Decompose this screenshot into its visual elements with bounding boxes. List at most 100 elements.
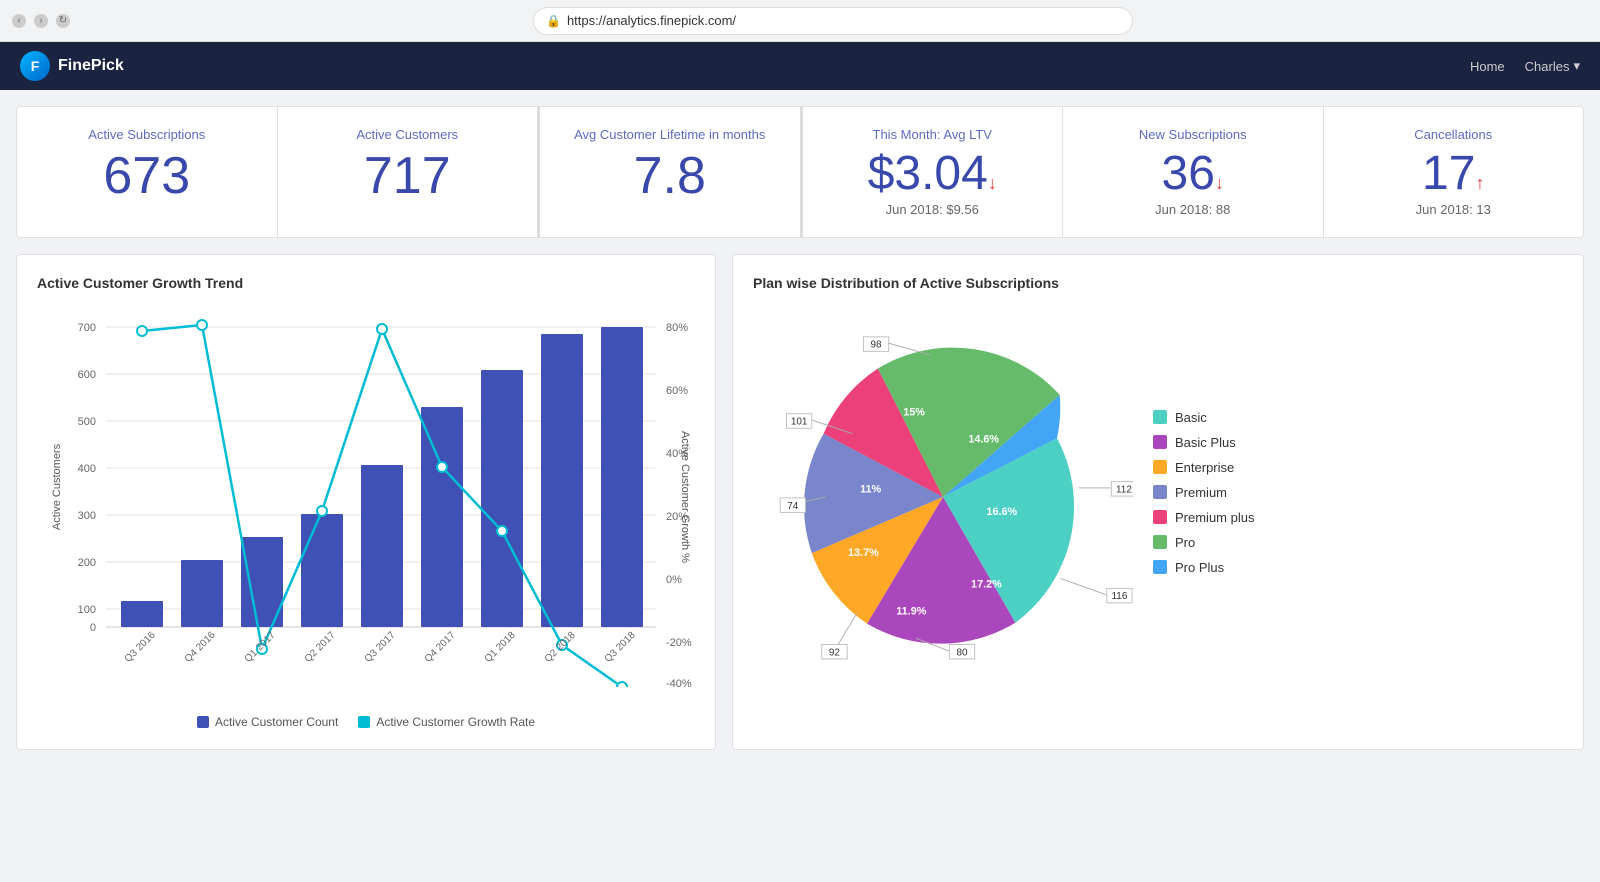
- legend-color-pro: [1153, 535, 1167, 549]
- legend-label-premium: Premium: [1175, 485, 1227, 500]
- svg-text:101: 101: [791, 417, 808, 428]
- legend-premium-plus: Premium plus: [1153, 510, 1563, 525]
- svg-text:200: 200: [78, 557, 96, 569]
- reload-button[interactable]: ↻: [56, 14, 70, 28]
- stat-value-0: 673: [41, 150, 253, 202]
- svg-text:Q1 2018: Q1 2018: [483, 629, 518, 664]
- legend-basic: Basic: [1153, 410, 1563, 425]
- home-link[interactable]: Home: [1470, 59, 1505, 74]
- svg-text:80: 80: [956, 647, 968, 658]
- svg-text:17.2%: 17.2%: [971, 578, 1002, 590]
- chevron-down-icon: ▾: [1573, 58, 1580, 74]
- stat-value-4: 36↓: [1087, 150, 1299, 198]
- legend-label-basic: Basic: [1175, 410, 1207, 425]
- secure-icon: 🔒: [546, 14, 561, 28]
- legend-color-basic: [1153, 410, 1167, 424]
- svg-text:300: 300: [78, 510, 96, 522]
- legend-sq-count: [197, 716, 209, 728]
- stat-cancellations: Cancellations 17↑ Jun 2018: 13: [1324, 107, 1584, 237]
- svg-text:Active Customers: Active Customers: [51, 443, 63, 530]
- legend-label-rate: Active Customer Growth Rate: [376, 715, 535, 729]
- stat-delta-4: Jun 2018: 88: [1087, 202, 1299, 217]
- stat-avg-ltv: This Month: Avg LTV $3.04↓ Jun 2018: $9.…: [803, 107, 1064, 237]
- arrow-down-icon-2: ↓: [1215, 173, 1224, 193]
- svg-text:Q4 2016: Q4 2016: [183, 629, 218, 664]
- stat-delta-3: Jun 2018: $9.56: [827, 202, 1039, 217]
- brand-name: FinePick: [58, 57, 124, 75]
- legend-premium: Premium: [1153, 485, 1563, 500]
- legend-label-basic-plus: Basic Plus: [1175, 435, 1236, 450]
- svg-text:Q2 2018: Q2 2018: [543, 629, 578, 664]
- bar-chart-title: Active Customer Growth Trend: [37, 275, 695, 291]
- legend-enterprise: Enterprise: [1153, 460, 1563, 475]
- arrow-up-icon: ↑: [1475, 173, 1484, 193]
- username: Charles: [1525, 59, 1570, 74]
- svg-text:Q3 2018: Q3 2018: [603, 629, 638, 664]
- bar-chart-legend: Active Customer Count Active Customer Gr…: [37, 715, 695, 729]
- pie-chart-card: Plan wise Distribution of Active Subscri…: [732, 254, 1584, 750]
- legend-label-enterprise: Enterprise: [1175, 460, 1234, 475]
- stat-value-1: 717: [302, 150, 514, 202]
- stats-row: Active Subscriptions 673 Active Customer…: [16, 106, 1584, 238]
- bar-chart-svg: 700 600 500 400 300 200 100 0 Active Cus…: [37, 307, 695, 687]
- charts-row: Active Customer Growth Trend 700 600 500: [16, 254, 1584, 750]
- svg-text:Q3 2017: Q3 2017: [363, 629, 398, 664]
- svg-text:0: 0: [90, 622, 96, 634]
- stat-new-subscriptions: New Subscriptions 36↓ Jun 2018: 88: [1063, 107, 1324, 237]
- stat-value-3: $3.04↓: [827, 150, 1039, 198]
- stat-label-2: Avg Customer Lifetime in months: [564, 127, 776, 142]
- svg-text:-40%: -40%: [666, 678, 692, 687]
- svg-text:13.7%: 13.7%: [848, 547, 879, 559]
- forward-button[interactable]: ›: [34, 14, 48, 28]
- svg-text:112: 112: [1116, 484, 1132, 495]
- back-button[interactable]: ‹: [12, 14, 26, 28]
- svg-text:Q2 2017: Q2 2017: [303, 629, 338, 664]
- legend-pro: Pro: [1153, 535, 1563, 550]
- legend-pro-plus: Pro Plus: [1153, 560, 1563, 575]
- nav-right: Home Charles ▾: [1470, 58, 1580, 74]
- svg-text:0%: 0%: [666, 574, 682, 586]
- legend-color-basic-plus: [1153, 435, 1167, 449]
- legend-sq-rate: [358, 716, 370, 728]
- svg-text:80%: 80%: [666, 322, 688, 334]
- stat-active-customers: Active Customers 717: [278, 107, 541, 237]
- legend-color-premium: [1153, 485, 1167, 499]
- stat-delta-5: Jun 2018: 13: [1348, 202, 1560, 217]
- bar-chart-card: Active Customer Growth Trend 700 600 500: [16, 254, 716, 750]
- legend-color-premium-plus: [1153, 510, 1167, 524]
- svg-text:116: 116: [1112, 591, 1128, 602]
- svg-text:Q3 2016: Q3 2016: [123, 629, 158, 664]
- svg-text:15%: 15%: [903, 407, 925, 419]
- legend-color-enterprise: [1153, 460, 1167, 474]
- logo-icon: F: [20, 51, 50, 81]
- browser-chrome: ‹ › ↻ 🔒 https://analytics.finepick.com/: [0, 0, 1600, 42]
- svg-text:-20%: -20%: [666, 637, 692, 649]
- svg-text:100: 100: [78, 604, 96, 616]
- top-navigation: F FinePick Home Charles ▾: [0, 42, 1600, 90]
- svg-text:74: 74: [787, 501, 799, 512]
- user-menu[interactable]: Charles ▾: [1525, 58, 1580, 74]
- legend-basic-plus: Basic Plus: [1153, 435, 1563, 450]
- stat-active-subscriptions: Active Subscriptions 673: [17, 107, 278, 237]
- svg-text:600: 600: [78, 369, 96, 381]
- svg-text:700: 700: [78, 322, 96, 334]
- legend-label-pro: Pro: [1175, 535, 1195, 550]
- svg-text:98: 98: [871, 340, 883, 351]
- address-bar: 🔒 https://analytics.finepick.com/: [533, 7, 1133, 35]
- svg-text:60%: 60%: [666, 385, 688, 397]
- legend-label-premium-plus: Premium plus: [1175, 510, 1254, 525]
- svg-text:92: 92: [829, 647, 841, 658]
- stat-label-3: This Month: Avg LTV: [827, 127, 1039, 142]
- bar-chart-container: 700 600 500 400 300 200 100 0 Active Cus…: [37, 307, 695, 707]
- url-text: https://analytics.finepick.com/: [567, 13, 736, 28]
- stat-value-2: 7.8: [564, 150, 776, 202]
- pie-container: 16.6% 17.2% 11.9% 13.7% 11% 15% 14.6% 11…: [753, 307, 1563, 687]
- svg-text:400: 400: [78, 463, 96, 475]
- nav-logo: F FinePick: [20, 51, 124, 81]
- legend-count: Active Customer Count: [197, 715, 338, 729]
- svg-text:14.6%: 14.6%: [968, 434, 999, 446]
- svg-text:500: 500: [78, 416, 96, 428]
- legend-label-count: Active Customer Count: [215, 715, 338, 729]
- stat-label-5: Cancellations: [1348, 127, 1560, 142]
- arrow-down-icon: ↓: [988, 173, 997, 193]
